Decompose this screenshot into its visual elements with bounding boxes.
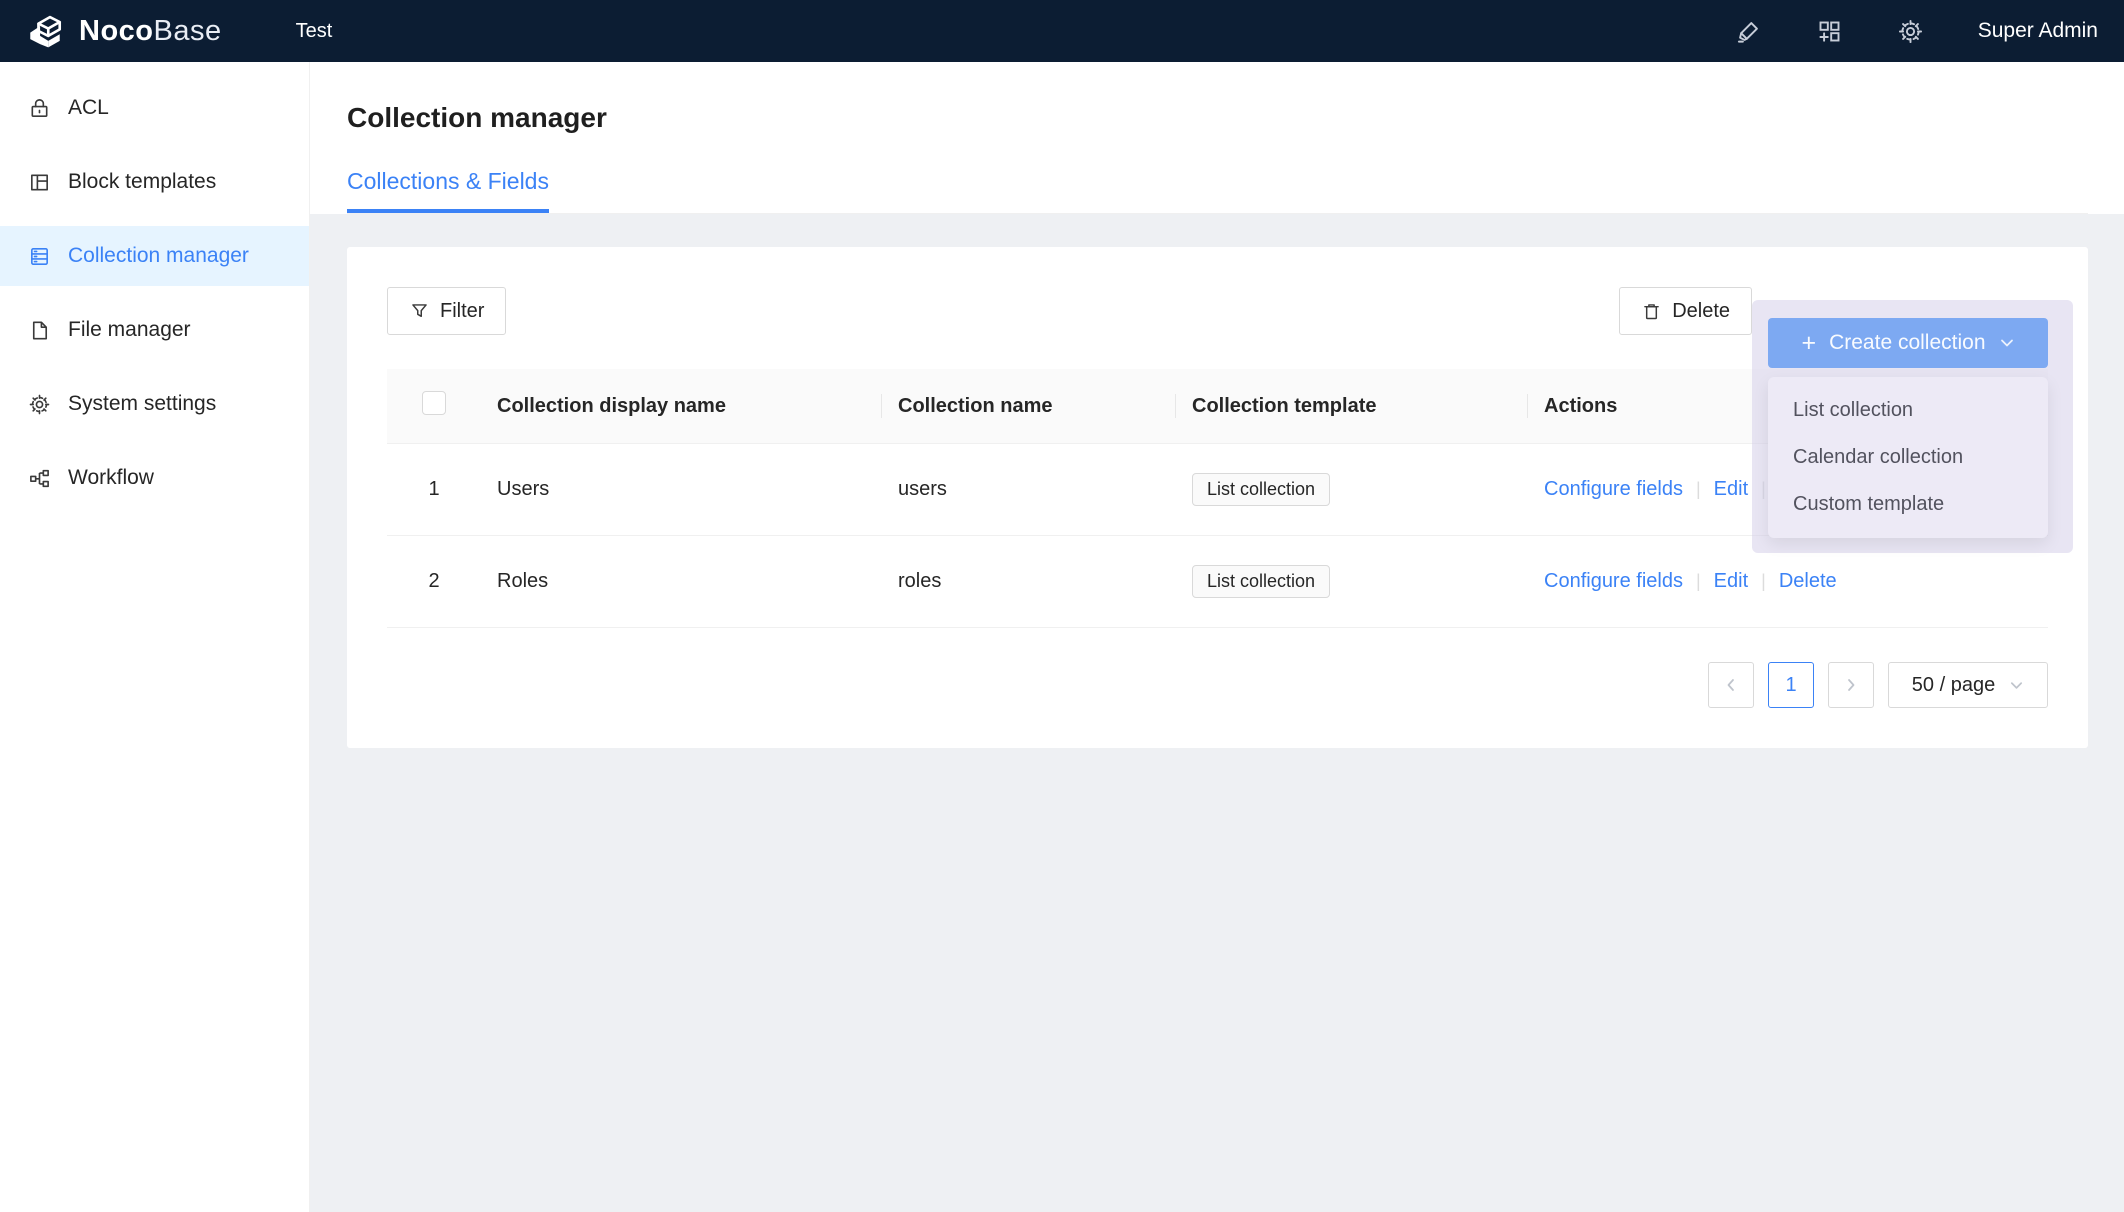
tab-collections-fields[interactable]: Collections & Fields xyxy=(347,168,549,213)
highlighter-icon[interactable] xyxy=(1735,18,1762,45)
navbar-right: Super Admin xyxy=(1735,18,2098,45)
delete-button[interactable]: Delete xyxy=(1619,287,1752,335)
delete-button-label: Delete xyxy=(1672,300,1730,323)
menu-item-calendar-collection[interactable]: Calendar collection xyxy=(1768,434,2048,481)
row-index: 2 xyxy=(387,536,481,628)
nocobase-logo-icon xyxy=(27,13,67,49)
file-icon xyxy=(28,319,51,342)
page-size-select[interactable]: 50 / page xyxy=(1888,662,2048,708)
action-divider: | xyxy=(1761,571,1766,591)
pagination: 1 50 / page xyxy=(387,662,2048,708)
user-menu[interactable]: Super Admin xyxy=(1978,19,2098,43)
top-navbar: NocoBase Test xyxy=(0,0,2124,62)
action-divider: | xyxy=(1696,571,1701,591)
create-collection-button[interactable]: + Create collection xyxy=(1768,318,2048,368)
template-tag: List collection xyxy=(1192,473,1330,506)
lock-icon xyxy=(28,97,51,120)
header-collection-template: Collection template xyxy=(1176,369,1528,444)
layout-icon xyxy=(28,171,51,194)
menu-item-list-collection[interactable]: List collection xyxy=(1768,387,2048,434)
content-header: Collection manager Collections & Fields xyxy=(310,62,2124,214)
nocobase-app: NocoBase Test xyxy=(0,0,2124,1212)
cell-collection-name: roles xyxy=(882,536,1176,628)
chevron-left-icon xyxy=(1723,677,1739,693)
delete-link[interactable]: Delete xyxy=(1779,570,1837,592)
logo-text: NocoBase xyxy=(79,15,222,48)
filter-button-label: Filter xyxy=(440,300,484,323)
edit-link[interactable]: Edit xyxy=(1714,570,1748,592)
collection-icon xyxy=(28,245,51,268)
gear-icon xyxy=(28,393,51,416)
prev-page-button[interactable] xyxy=(1708,662,1754,708)
sidebar-item-label: Collection manager xyxy=(68,244,249,268)
main-content: Collection manager Collections & Fields xyxy=(310,62,2124,1212)
header-collection-display-name: Collection display name xyxy=(481,369,882,444)
nav-item-test[interactable]: Test xyxy=(278,10,351,53)
sidebar-item-acl[interactable]: ACL xyxy=(0,78,309,138)
header-collection-name: Collection name xyxy=(882,369,1176,444)
create-collection-dropdown: List collection Calendar collection Cust… xyxy=(1768,377,2048,538)
cell-display-name: Users xyxy=(481,444,882,536)
logo-bold: Noco xyxy=(79,15,154,47)
sidebar-item-block-templates[interactable]: Block templates xyxy=(0,152,309,212)
chevron-down-icon xyxy=(2009,678,2024,693)
configure-fields-link[interactable]: Configure fields xyxy=(1544,570,1683,592)
workflow-icon xyxy=(28,467,51,490)
sidebar-item-label: Workflow xyxy=(68,466,154,490)
logo-light: Base xyxy=(154,15,222,47)
filter-icon xyxy=(409,301,430,322)
add-block-icon[interactable] xyxy=(1816,18,1843,45)
sidebar-item-collection-manager[interactable]: Collection manager xyxy=(0,226,309,286)
page-title: Collection manager xyxy=(347,102,2088,134)
sidebar-item-workflow[interactable]: Workflow xyxy=(0,448,309,508)
row-index: 1 xyxy=(387,444,481,536)
sidebar-item-label: ACL xyxy=(68,96,109,120)
sidebar-item-label: File manager xyxy=(68,318,191,342)
filter-button[interactable]: Filter xyxy=(387,287,506,335)
sidebar-item-system-settings[interactable]: System settings xyxy=(0,374,309,434)
select-all-checkbox[interactable] xyxy=(422,391,446,415)
trash-icon xyxy=(1641,301,1662,322)
plus-icon: + xyxy=(1801,331,1816,356)
menu-item-custom-template[interactable]: Custom template xyxy=(1768,481,2048,528)
next-page-button[interactable] xyxy=(1828,662,1874,708)
chevron-right-icon xyxy=(1843,677,1859,693)
navbar-menu: Test xyxy=(278,10,351,53)
page-1-button[interactable]: 1 xyxy=(1768,662,1814,708)
logo: NocoBase xyxy=(27,13,222,49)
cell-collection-name: users xyxy=(882,444,1176,536)
configure-fields-link[interactable]: Configure fields xyxy=(1544,478,1683,500)
gear-icon[interactable] xyxy=(1897,18,1924,45)
sidebar-item-label: System settings xyxy=(68,392,216,416)
sidebar: ACL Block templates xyxy=(0,62,310,1212)
sidebar-item-file-manager[interactable]: File manager xyxy=(0,300,309,360)
page-size-value: 50 / page xyxy=(1912,674,1995,697)
chevron-down-icon xyxy=(1999,335,2015,351)
action-divider: | xyxy=(1696,479,1701,499)
tab-bar: Collections & Fields xyxy=(347,168,2088,214)
create-collection-label: Create collection xyxy=(1829,331,1985,355)
edit-link[interactable]: Edit xyxy=(1714,478,1748,500)
cell-display-name: Roles xyxy=(481,536,882,628)
sidebar-item-label: Block templates xyxy=(68,170,216,194)
template-tag: List collection xyxy=(1192,565,1330,598)
